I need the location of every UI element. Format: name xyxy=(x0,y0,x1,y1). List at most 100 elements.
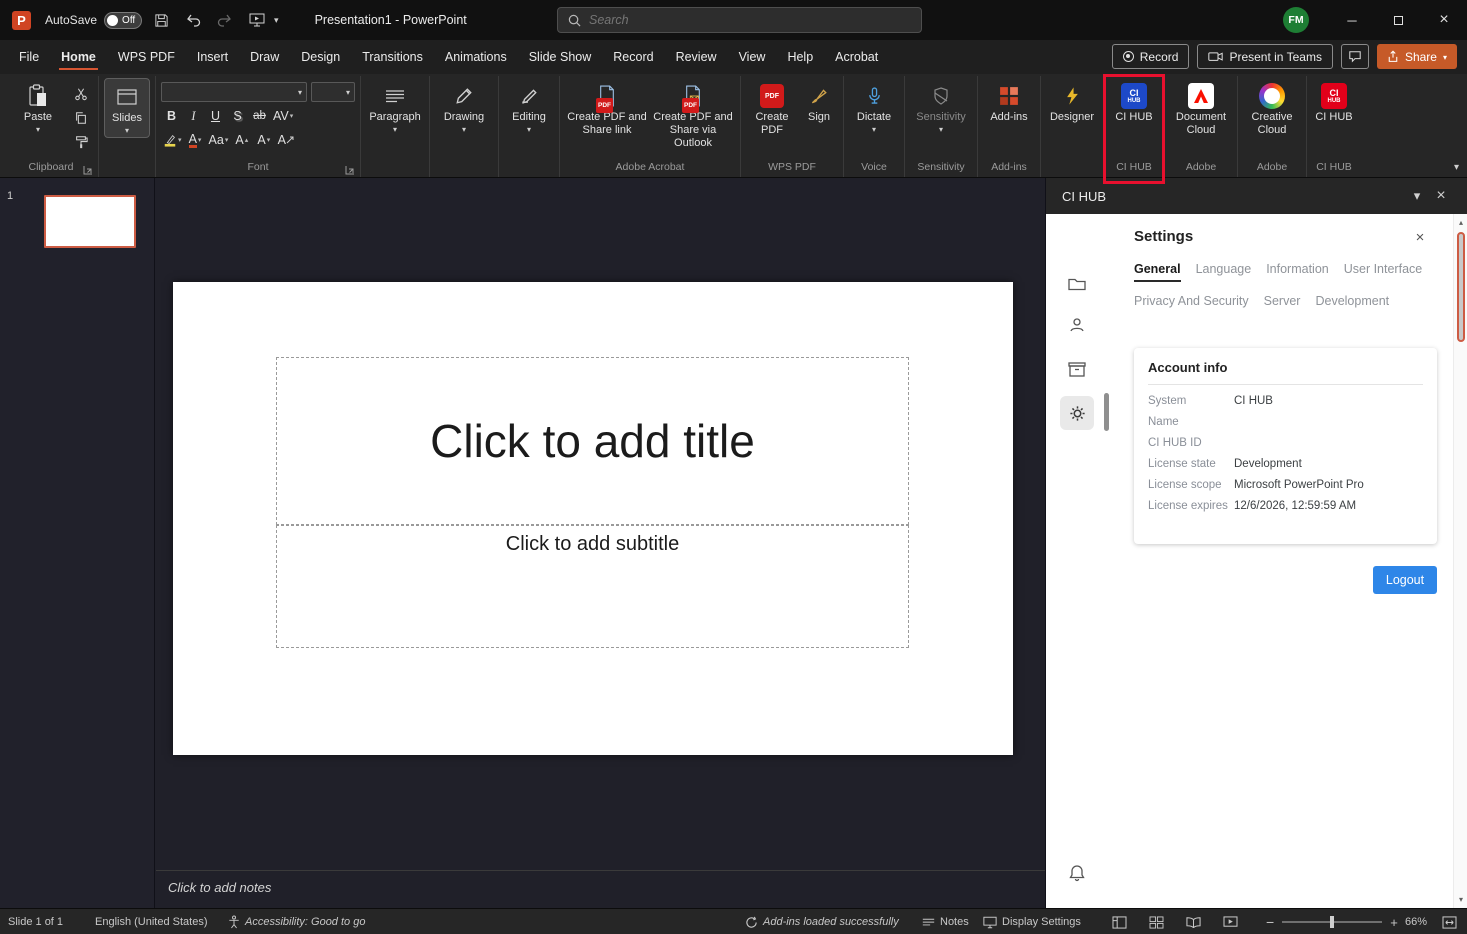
slide-canvas[interactable]: Click to add title Click to add subtitle… xyxy=(156,178,1045,908)
save-button[interactable] xyxy=(148,7,174,33)
change-case-button[interactable]: Aa▾ xyxy=(207,130,231,150)
designer-button[interactable]: Designer xyxy=(1046,78,1098,124)
add-ins-button[interactable]: Add-ins xyxy=(983,78,1035,124)
tab-acrobat[interactable]: Acrobat xyxy=(824,40,889,74)
settings-tab-development[interactable]: Development xyxy=(1315,294,1389,312)
tab-design[interactable]: Design xyxy=(290,40,351,74)
undo-button[interactable] xyxy=(180,7,206,33)
font-color-button[interactable]: A▾ xyxy=(185,130,206,150)
wps-create-pdf-button[interactable]: PDF Create PDF xyxy=(746,78,798,137)
create-pdf-outlook-button[interactable]: PDF Create PDF and Share via Outlook xyxy=(651,78,735,150)
notes-toggle[interactable]: Notes xyxy=(922,909,969,934)
redo-button[interactable] xyxy=(212,7,238,33)
settings-tab-user-interface[interactable]: User Interface xyxy=(1344,262,1423,282)
sign-button[interactable]: Sign xyxy=(800,78,838,124)
bold-button[interactable]: B xyxy=(161,106,182,126)
normal-view-button[interactable] xyxy=(1112,916,1127,929)
character-spacing-button[interactable]: AV▾ xyxy=(271,106,295,126)
creative-cloud-button[interactable]: Creative Cloud xyxy=(1243,78,1301,137)
slide[interactable]: Click to add title Click to add subtitle xyxy=(173,282,1013,755)
slide-sorter-view-button[interactable] xyxy=(1149,916,1164,929)
maximize-button[interactable] xyxy=(1375,0,1421,40)
bell-icon[interactable] xyxy=(1060,856,1094,890)
tab-review[interactable]: Review xyxy=(665,40,728,74)
fit-to-window-button[interactable] xyxy=(1442,909,1457,934)
notes-pane[interactable]: Click to add notes xyxy=(156,870,1045,908)
accessibility-status[interactable]: Accessibility: Good to go xyxy=(228,909,365,934)
tab-slide-show[interactable]: Slide Show xyxy=(518,40,603,74)
autosave-control[interactable]: AutoSave Off xyxy=(45,12,142,29)
shrink-font-button[interactable]: A▾ xyxy=(253,130,274,150)
collapse-ribbon-button[interactable]: ▾ xyxy=(1454,162,1459,173)
zoom-slider-thumb[interactable] xyxy=(1330,916,1334,928)
paragraph-button[interactable]: Paragraph ▾ xyxy=(366,78,424,134)
settings-tab-general[interactable]: General xyxy=(1134,262,1181,282)
display-settings-button[interactable]: Display Settings xyxy=(983,909,1081,934)
settings-tab-server[interactable]: Server xyxy=(1264,294,1301,312)
ci-hub-button[interactable]: CIHUB CI HUB xyxy=(1109,78,1159,124)
copy-button[interactable] xyxy=(69,108,93,128)
tab-record[interactable]: Record xyxy=(602,40,664,74)
underline-button[interactable]: U xyxy=(205,106,226,126)
tab-file[interactable]: File xyxy=(8,40,50,74)
start-presentation-button[interactable] xyxy=(244,7,270,33)
zoom-in-button[interactable]: + xyxy=(1390,915,1398,930)
close-button[interactable]: × xyxy=(1421,0,1467,40)
dictate-button[interactable]: Dictate ▾ xyxy=(849,78,899,134)
tab-insert[interactable]: Insert xyxy=(186,40,239,74)
reading-view-button[interactable] xyxy=(1186,916,1201,928)
scroll-down-icon[interactable]: ▾ xyxy=(1454,895,1467,904)
slide-info[interactable]: Slide 1 of 1 xyxy=(8,909,63,934)
dialog-launcher-icon[interactable] xyxy=(83,165,93,175)
settings-tab-language[interactable]: Language xyxy=(1196,262,1252,282)
create-pdf-share-link-button[interactable]: PDF Create PDF and Share link xyxy=(565,78,649,137)
customize-quick-access-icon[interactable]: ▾ xyxy=(274,15,279,26)
inner-scrollbar-thumb[interactable] xyxy=(1104,393,1109,431)
document-cloud-button[interactable]: Document Cloud xyxy=(1170,78,1232,137)
slide-thumbnail[interactable] xyxy=(44,195,136,248)
clear-formatting-button[interactable]: A xyxy=(275,130,296,150)
cut-button[interactable] xyxy=(69,84,93,104)
minimize-button[interactable]: ─ xyxy=(1329,0,1375,40)
tab-help[interactable]: Help xyxy=(776,40,824,74)
tab-wps-pdf[interactable]: WPS PDF xyxy=(107,40,186,74)
text-shadow-button[interactable]: S xyxy=(227,106,248,126)
new-slide-button[interactable]: Slides ▾ xyxy=(104,78,150,138)
autosave-toggle[interactable]: Off xyxy=(104,12,142,29)
present-in-teams-button[interactable]: Present in Teams xyxy=(1197,44,1333,69)
tab-draw[interactable]: Draw xyxy=(239,40,290,74)
font-size-combo[interactable]: ▾ xyxy=(311,82,355,102)
tab-animations[interactable]: Animations xyxy=(434,40,518,74)
task-pane-options-button[interactable]: ▾ xyxy=(1405,184,1429,208)
zoom-out-button[interactable]: − xyxy=(1266,914,1274,930)
task-pane-scrollbar[interactable]: ▴ ▾ xyxy=(1453,214,1467,908)
folder-icon[interactable] xyxy=(1060,266,1094,300)
settings-gear-icon[interactable] xyxy=(1060,396,1094,430)
settings-tab-information[interactable]: Information xyxy=(1266,262,1329,282)
tab-view[interactable]: View xyxy=(728,40,777,74)
italic-button[interactable]: I xyxy=(183,106,204,126)
title-placeholder[interactable]: Click to add title xyxy=(276,357,909,525)
language-status[interactable]: English (United States) xyxy=(95,909,208,934)
sensitivity-button[interactable]: Sensitivity ▾ xyxy=(910,78,972,134)
dialog-launcher-icon[interactable] xyxy=(345,165,355,175)
comments-button[interactable] xyxy=(1341,44,1369,69)
editing-button[interactable]: Editing ▾ xyxy=(504,78,554,134)
ci-hub-2-button[interactable]: CIHUB CI HUB xyxy=(1312,78,1356,124)
tab-transitions[interactable]: Transitions xyxy=(351,40,434,74)
account-icon[interactable] xyxy=(1060,308,1094,342)
slideshow-view-button[interactable] xyxy=(1223,916,1238,929)
search-box[interactable] xyxy=(557,7,922,33)
search-input[interactable] xyxy=(589,13,911,27)
subtitle-placeholder[interactable]: Click to add subtitle xyxy=(276,525,909,648)
font-name-combo[interactable]: ▾ xyxy=(161,82,307,102)
zoom-slider[interactable] xyxy=(1282,921,1382,923)
format-painter-button[interactable] xyxy=(69,132,93,152)
drawing-button[interactable]: Drawing ▾ xyxy=(435,78,493,134)
settings-tab-privacy[interactable]: Privacy And Security xyxy=(1134,294,1249,312)
archive-icon[interactable] xyxy=(1060,352,1094,386)
grow-font-button[interactable]: A▴ xyxy=(231,130,252,150)
slide-thumbnail-pane[interactable]: 1 xyxy=(0,178,155,908)
settings-close-button[interactable]: × xyxy=(1409,226,1431,248)
text-highlight-button[interactable]: ▾ xyxy=(161,130,184,150)
